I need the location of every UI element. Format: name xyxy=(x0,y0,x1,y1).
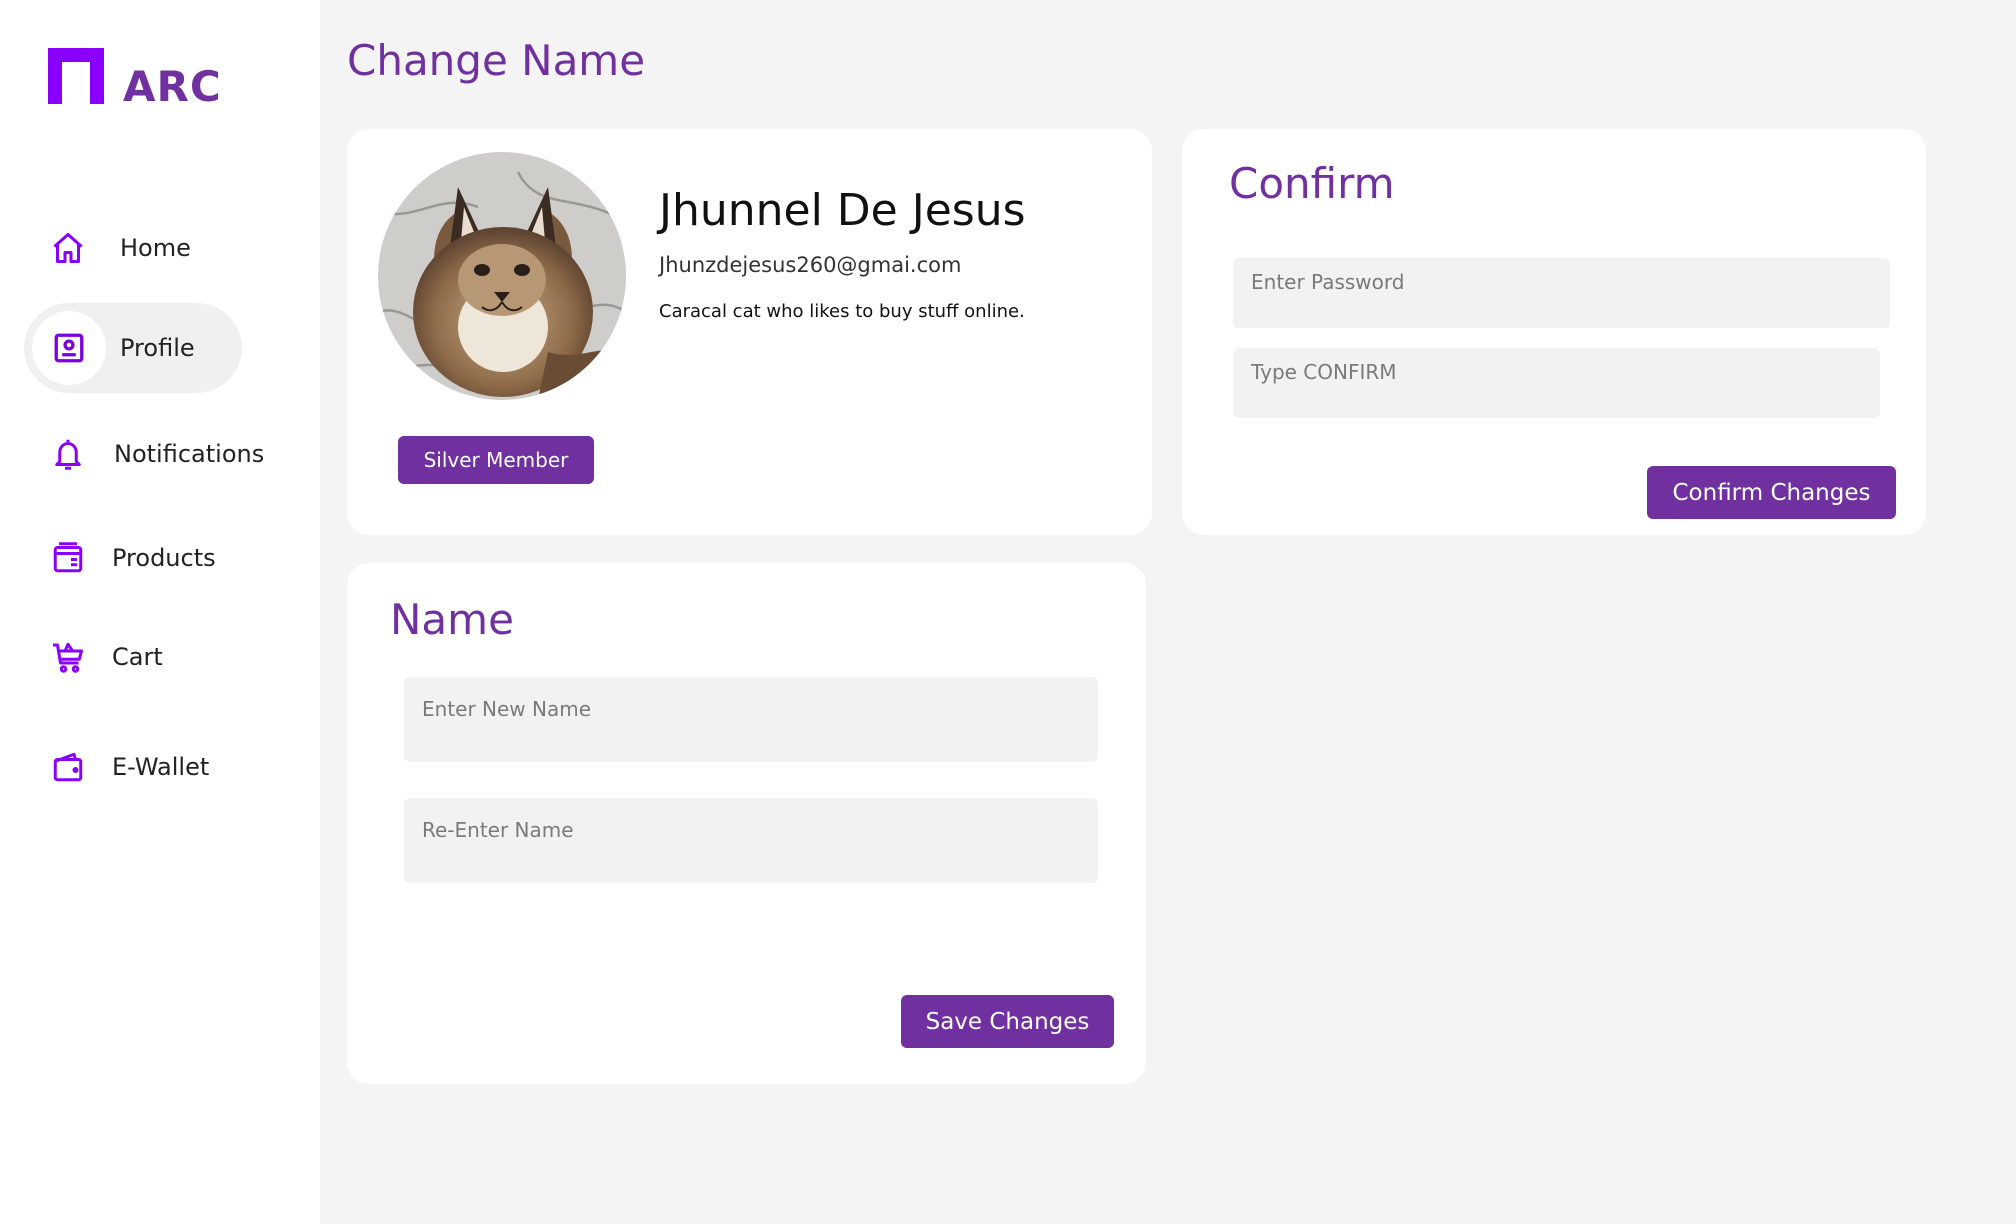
sidebar: ARC Home Profile Notifications Products … xyxy=(0,0,320,1224)
sidebar-item-home[interactable]: Home xyxy=(24,203,242,293)
sidebar-item-e-wallet[interactable]: E-Wallet xyxy=(24,722,242,812)
confirm-changes-button[interactable]: Confirm Changes xyxy=(1647,466,1896,519)
sidebar-item-label: Cart xyxy=(112,643,163,671)
reenter-name-field[interactable] xyxy=(404,798,1098,883)
confirm-heading: Confirm xyxy=(1229,159,1395,208)
sidebar-item-label: Products xyxy=(112,544,216,572)
arc-logo-icon xyxy=(48,48,104,104)
confirm-card: Confirm Confirm Changes xyxy=(1182,129,1926,535)
brand-logo[interactable]: ARC xyxy=(48,44,221,111)
sidebar-item-label: E-Wallet xyxy=(112,753,210,781)
profile-name: Jhunnel De Jesus xyxy=(659,185,1026,236)
page-title: Change Name xyxy=(347,36,646,85)
brand-name: ARC xyxy=(123,62,222,111)
sidebar-item-notifications[interactable]: Notifications xyxy=(24,409,264,499)
sidebar-item-products[interactable]: Products xyxy=(24,513,242,603)
profile-bio: Caracal cat who likes to buy stuff onlin… xyxy=(659,301,1025,322)
name-card: Name Save Changes xyxy=(347,563,1146,1084)
bell-icon xyxy=(48,434,88,474)
new-name-field[interactable] xyxy=(404,677,1098,762)
profile-card: Jhunnel De Jesus Jhunzdejesus260@gmai.co… xyxy=(347,129,1152,535)
confirm-text-field[interactable] xyxy=(1233,348,1880,418)
sidebar-item-label: Home xyxy=(120,234,191,262)
sidebar-item-profile[interactable]: Profile xyxy=(24,303,242,393)
profile-card-icon xyxy=(32,311,106,385)
caracal-cat-photo xyxy=(378,152,626,400)
name-heading: Name xyxy=(390,595,514,644)
home-icon xyxy=(48,228,88,268)
sidebar-item-label: Notifications xyxy=(114,440,265,468)
membership-badge: Silver Member xyxy=(398,436,594,484)
cart-icon xyxy=(48,637,88,677)
product-box-icon xyxy=(48,538,88,578)
sidebar-item-label: Profile xyxy=(120,334,195,362)
profile-email: Jhunzdejesus260@gmai.com xyxy=(659,253,962,277)
avatar xyxy=(378,152,626,400)
save-changes-button[interactable]: Save Changes xyxy=(901,995,1114,1048)
password-field[interactable] xyxy=(1233,258,1890,328)
wallet-icon xyxy=(48,747,88,787)
sidebar-item-cart[interactable]: Cart xyxy=(24,612,242,702)
